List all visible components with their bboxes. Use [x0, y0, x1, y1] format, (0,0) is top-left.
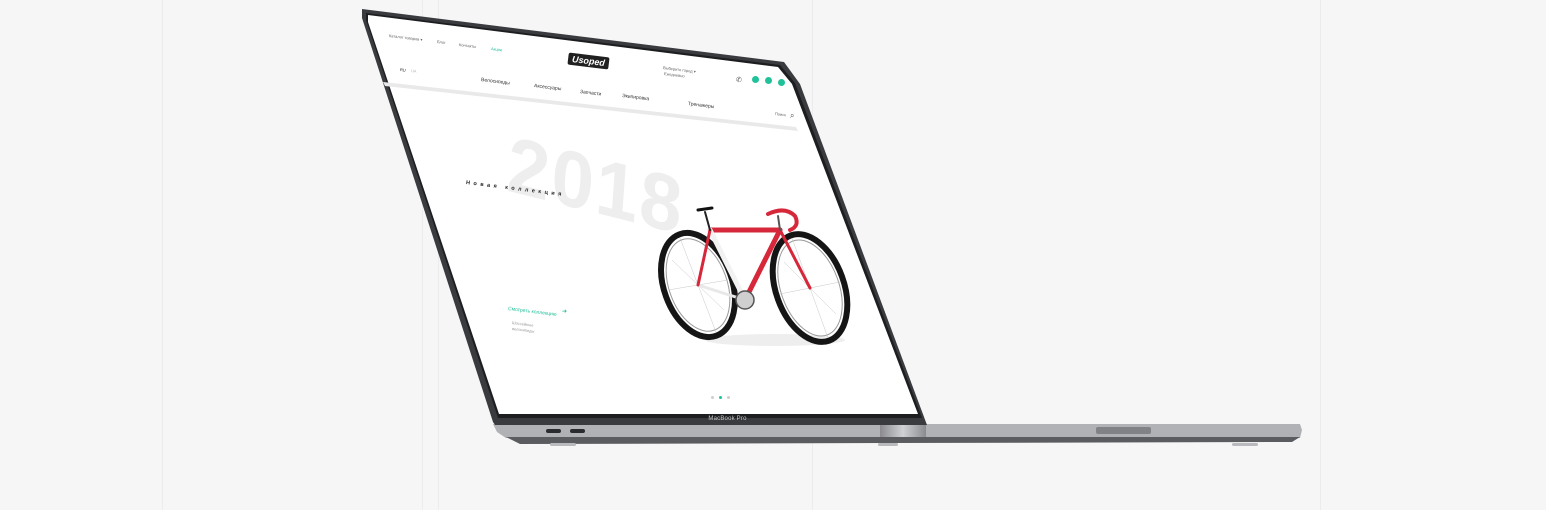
laptop-foot	[878, 443, 898, 446]
spokes	[667, 237, 841, 339]
compare-badge[interactable]	[765, 77, 772, 84]
favorites-badge[interactable]	[752, 76, 759, 83]
trackpad-notch	[1096, 427, 1151, 434]
lang-ru[interactable]: RU	[400, 67, 406, 73]
phone-icon[interactable]: ✆	[736, 76, 742, 84]
bicycle-image	[658, 206, 851, 346]
laptop-foot	[1232, 443, 1258, 446]
cta-arrow-icon[interactable]: ➜	[562, 308, 567, 315]
top-link-blog[interactable]: Блог	[437, 39, 446, 45]
bicycle-frame	[696, 206, 812, 303]
crankset	[735, 290, 755, 310]
hinge	[880, 425, 926, 437]
slider-dot-1[interactable]	[711, 396, 714, 399]
device-label: MacBook Pro	[708, 416, 747, 422]
cart-badge[interactable]	[778, 79, 785, 86]
search-icon[interactable]: ⌕	[790, 111, 794, 121]
lang-ua[interactable]: UA	[411, 68, 417, 74]
usb-c-port	[546, 429, 561, 433]
slider-dot-3[interactable]	[727, 396, 730, 399]
slider-dot-2-active[interactable]	[719, 396, 722, 399]
laptop-foot	[550, 443, 576, 446]
usb-c-port	[570, 429, 585, 433]
